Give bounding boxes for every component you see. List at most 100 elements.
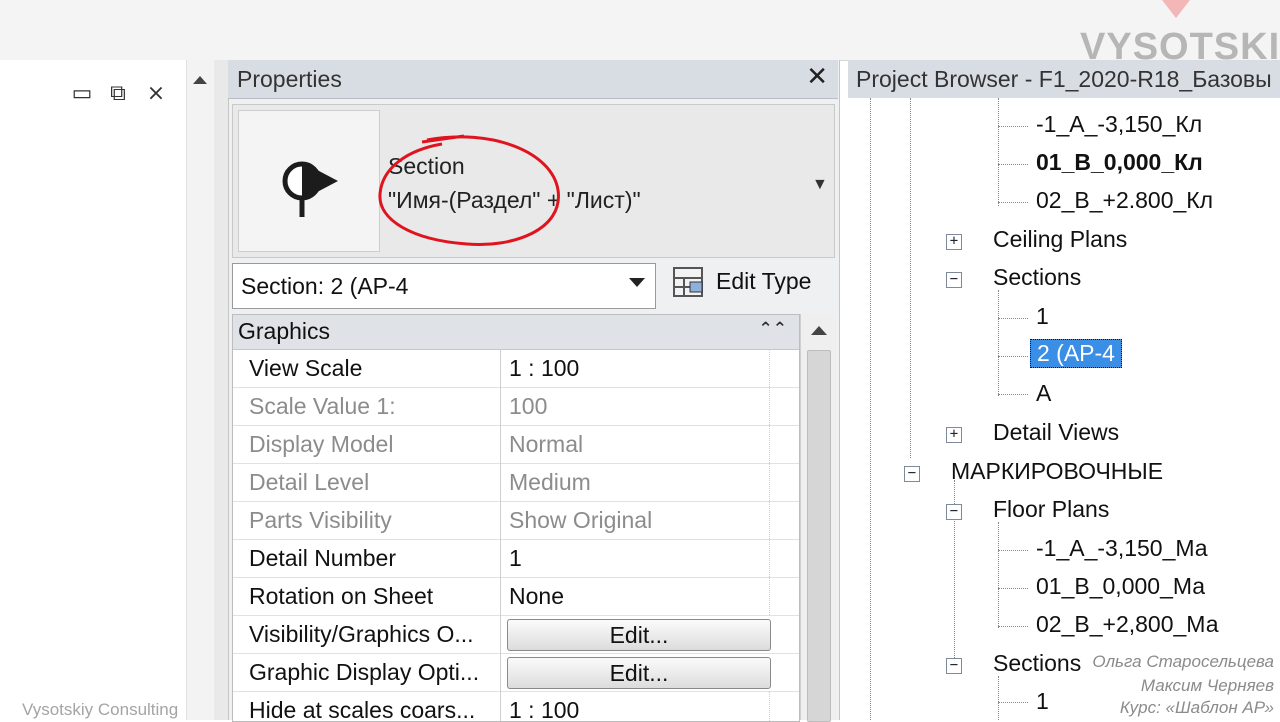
property-name: Parts Visibility (233, 501, 501, 539)
properties-grid: Graphics ⌃⌃ View Scale 1 : 100 Scale Val… (232, 314, 800, 722)
properties-scrollbar[interactable] (800, 314, 835, 722)
credit-author-1: Ольга Старосельцева (1092, 652, 1274, 671)
properties-title-bar: Properties ✕ (228, 60, 838, 99)
tree-item-detail-views[interactable]: Detail Views (993, 419, 1119, 446)
tree-item[interactable]: -1_А_-3,150_Кл (1036, 111, 1202, 138)
tree-branch (998, 356, 1028, 357)
collapse-icon[interactable]: ⌃⌃ (759, 319, 788, 339)
annotation-circle (378, 134, 560, 247)
tree-item-sections[interactable]: Sections (993, 650, 1081, 677)
tree-item-ceiling-plans[interactable]: Ceiling Plans (993, 226, 1127, 253)
tree-branch (998, 588, 1028, 589)
property-name: Display Model (233, 425, 501, 463)
tree-branch (998, 394, 1028, 395)
tree-branch (998, 550, 1028, 551)
project-browser-title: Project Browser - F1_2020-R18_Базовы (856, 66, 1272, 92)
group-graphics[interactable]: Graphics ⌃⌃ (233, 315, 799, 350)
tree-branch (998, 626, 1028, 627)
instance-filter-value: Section: 2 (АР-4 (241, 273, 409, 299)
visibility-graphics-edit-button[interactable]: Edit... (507, 619, 771, 651)
tree-item-sections[interactable]: Sections (993, 264, 1081, 291)
scroll-up-icon[interactable] (811, 326, 827, 335)
properties-close-button[interactable]: ✕ (806, 62, 828, 92)
property-name: Detail Level (233, 463, 501, 501)
tree-item[interactable]: 02_В_+2,800_Ма (1036, 611, 1219, 638)
property-row-rotation-on-sheet[interactable]: Rotation on Sheet None (233, 577, 799, 616)
property-name: View Scale (233, 349, 501, 387)
brand-watermark: VYSOTSKIY (1080, 26, 1280, 68)
tree-guide-line (998, 290, 999, 396)
tree-item-floor-plans[interactable]: Floor Plans (993, 496, 1109, 523)
expand-icon[interactable]: + (946, 234, 962, 250)
property-row-parts-visibility: Parts Visibility Show Original (233, 501, 799, 540)
scroll-up-icon[interactable] (193, 76, 207, 84)
tree-item-selected[interactable]: 2 (АР-4 (1030, 339, 1122, 368)
collapse-icon[interactable]: − (904, 466, 920, 482)
property-name: Rotation on Sheet (233, 577, 501, 615)
tree-guide-line (998, 522, 999, 628)
property-row-detail-number[interactable]: Detail Number 1 (233, 539, 799, 578)
close-icon[interactable]: ⨯ (142, 80, 170, 106)
collapse-icon[interactable]: − (946, 504, 962, 520)
tree-branch (998, 202, 1028, 203)
property-row-visibility-graphics: Visibility/Graphics O... Edit... (233, 615, 799, 654)
graphic-display-options-edit-button[interactable]: Edit... (507, 657, 771, 689)
credit-course: Курс: «Шаблон АР» (1119, 698, 1274, 717)
tree-branch (998, 702, 1028, 703)
group-name: Graphics (238, 318, 331, 344)
property-row-graphic-display-options: Graphic Display Opti... Edit... (233, 653, 799, 692)
tree-item[interactable]: 02_В_+2.800_Кл (1036, 187, 1213, 214)
property-value[interactable]: 1 : 100 (502, 691, 770, 721)
tree-branch (998, 318, 1028, 319)
scrollbar-thumb[interactable] (807, 350, 831, 722)
tree-item[interactable]: 1 (1036, 688, 1049, 715)
property-name: Visibility/Graphics O... (233, 615, 501, 653)
property-value: Medium (502, 463, 770, 501)
brand-logo-mark (1162, 0, 1190, 18)
property-value[interactable]: None (502, 577, 770, 615)
minimize-icon[interactable]: ▭ (68, 80, 96, 106)
tree-item-active-view[interactable]: 01_В_0,000_Кл (1036, 149, 1203, 176)
property-name: Scale Value 1: (233, 387, 501, 425)
property-value[interactable]: 1 (502, 539, 770, 577)
tree-item[interactable]: 01_В_0,000_Ма (1036, 573, 1205, 600)
credit-author-2: Максим Черняев (1140, 676, 1274, 695)
type-dropdown-arrow-icon[interactable]: ▼ (812, 176, 828, 194)
tree-guide-line (870, 98, 871, 720)
restore-icon[interactable]: ⧉ (104, 80, 132, 106)
left-view-pane (0, 60, 187, 720)
tree-guide-line (998, 98, 999, 206)
chevron-down-icon (629, 278, 645, 287)
collapse-icon[interactable]: − (946, 658, 962, 674)
project-browser-tree: -1_А_-3,150_Кл 01_В_0,000_Кл 02_В_+2.800… (848, 98, 1280, 720)
property-row-scale-value: Scale Value 1: 100 (233, 387, 799, 426)
tree-branch (998, 126, 1028, 127)
property-name: Graphic Display Opti... (233, 653, 501, 691)
property-value[interactable]: 1 : 100 (502, 349, 770, 387)
edit-type-icon (673, 267, 703, 297)
section-marker-icon (282, 161, 338, 217)
edit-type-label: Edit Type (716, 268, 812, 294)
property-value: Show Original (502, 501, 770, 539)
property-value: 100 (502, 387, 770, 425)
consulting-watermark: Vysotskiy Consulting (22, 700, 179, 719)
property-name: Hide at scales coars... (233, 691, 501, 721)
edit-type-button[interactable]: Edit Type (668, 262, 830, 306)
expand-icon[interactable]: + (946, 427, 962, 443)
tree-item[interactable]: -1_А_-3,150_Ма (1036, 535, 1208, 562)
tree-item[interactable]: А (1036, 380, 1051, 407)
tree-guide-line (910, 98, 911, 458)
property-row-view-scale[interactable]: View Scale 1 : 100 (233, 349, 799, 388)
property-row-display-model: Display Model Normal (233, 425, 799, 464)
instance-filter-select[interactable]: Section: 2 (АР-4 (232, 263, 656, 309)
tree-item-markirovochnye[interactable]: МАРКИРОВОЧНЫЕ (951, 458, 1163, 485)
properties-title: Properties (237, 66, 342, 92)
property-value: Normal (502, 425, 770, 463)
collapse-icon[interactable]: − (946, 272, 962, 288)
panel-gutter (214, 60, 228, 720)
property-name: Detail Number (233, 539, 501, 577)
tree-item[interactable]: 1 (1036, 303, 1049, 330)
left-pane-scrollbar[interactable] (186, 60, 216, 720)
property-row-hide-at-scales[interactable]: Hide at scales coars... 1 : 100 (233, 691, 799, 721)
property-row-detail-level: Detail Level Medium (233, 463, 799, 502)
